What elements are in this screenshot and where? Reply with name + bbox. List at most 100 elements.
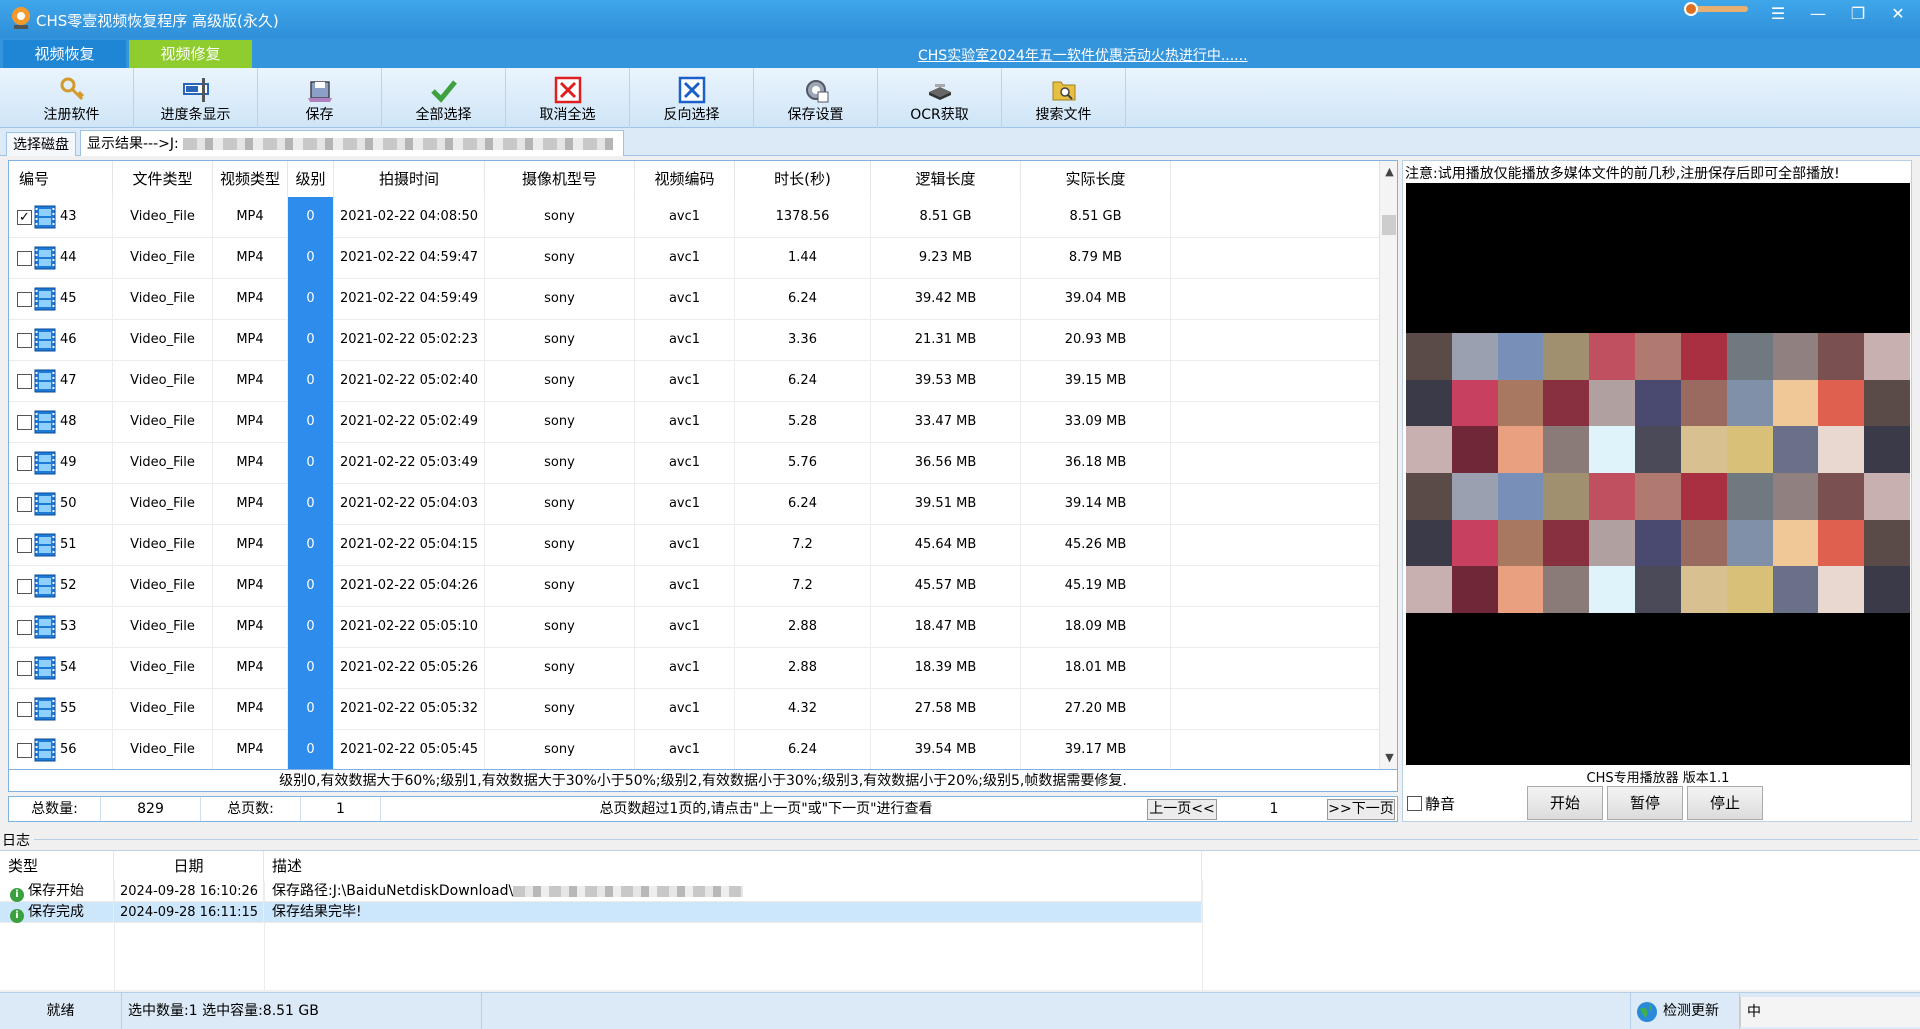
menu-button[interactable]: ☰ (1760, 2, 1796, 28)
logical-size-cell: 27.58 MB (871, 689, 1021, 730)
log-col-desc[interactable]: 描述 (268, 851, 1202, 881)
col-video-type[interactable]: 视频类型 (213, 161, 288, 197)
codec-cell: avc1 (635, 566, 735, 607)
check-update-button[interactable]: 检测更新 (1630, 993, 1740, 1029)
table-row[interactable]: 49 Video_File MP4 0 2021-02-22 05:03:49 sony a… (9, 443, 1379, 484)
save-settings-button[interactable]: 保存设置 (754, 68, 878, 128)
pixel-block (1864, 426, 1910, 473)
ime-indicator[interactable]: 中 (1747, 1004, 1761, 1020)
video-file-icon (34, 287, 56, 311)
level-cell: 0 (288, 443, 334, 484)
table-row[interactable]: 52 Video_File MP4 0 2021-02-22 05:04:26 sony a… (9, 566, 1379, 607)
table-row[interactable]: 53 Video_File MP4 0 2021-02-22 05:05:10 sony a… (9, 607, 1379, 648)
play-button[interactable]: 开始 (1527, 786, 1603, 820)
col-codec[interactable]: 视频编码 (635, 161, 735, 197)
row-checkbox[interactable] (17, 251, 32, 266)
table-row[interactable]: 54 Video_File MP4 0 2021-02-22 05:05:26 sony a… (9, 648, 1379, 689)
register-button[interactable]: 注册软件 (10, 68, 134, 128)
minimize-button[interactable]: — (1800, 2, 1836, 28)
invert-selection-button[interactable]: 反向选择 (630, 68, 754, 128)
shoot-time-cell: 2021-02-22 05:04:03 (334, 484, 485, 525)
camera-cell: sony (485, 361, 635, 402)
tab-video-recover[interactable]: 视频恢复 (3, 40, 126, 68)
tab-result[interactable]: 显示结果--->J: (80, 130, 624, 156)
row-checkbox[interactable] (17, 374, 32, 389)
id-cell: 47 (9, 361, 113, 402)
id-cell: 55 (9, 689, 113, 730)
table-row[interactable]: 44 Video_File MP4 0 2021-02-22 04:59:47 sony a… (9, 238, 1379, 279)
current-page-field[interactable]: 1 (1219, 797, 1329, 821)
volume-slider-knob[interactable] (1684, 2, 1698, 16)
table-row[interactable]: 56 Video_File MP4 0 2021-02-22 05:05:45 sony a… (9, 730, 1379, 769)
table-row[interactable]: 48 Video_File MP4 0 2021-02-22 05:02:49 sony a… (9, 402, 1379, 443)
table-row[interactable]: 55 Video_File MP4 0 2021-02-22 05:05:32 sony a… (9, 689, 1379, 730)
file-type-cell: Video_File (113, 361, 213, 402)
row-checkbox[interactable] (17, 415, 32, 430)
col-file-type[interactable]: 文件类型 (113, 161, 213, 197)
row-checkbox[interactable] (17, 292, 32, 307)
table-row[interactable]: 47 Video_File MP4 0 2021-02-22 05:02:40 sony a… (9, 361, 1379, 402)
maximize-button[interactable]: ❐ (1840, 2, 1876, 28)
system-tray[interactable]: 中 (1740, 997, 1920, 1027)
row-checkbox[interactable] (17, 702, 32, 717)
promo-link[interactable]: CHS实验室2024年五一软件优惠活动火热进行中...... (918, 45, 1248, 65)
log-row[interactable]: i 保存完成 2024-09-28 16:11:15 保存结果完毕! (0, 902, 1202, 923)
prev-page-button[interactable]: 上一页<< (1147, 799, 1217, 820)
scroll-thumb[interactable] (1382, 215, 1396, 235)
row-checkbox[interactable] (17, 456, 32, 471)
scroll-down-icon[interactable]: ▼ (1380, 749, 1397, 767)
shoot-time-cell: 2021-02-22 04:08:50 (334, 197, 485, 238)
tab-video-repair[interactable]: 视频修复 (129, 40, 252, 68)
row-checkbox[interactable] (17, 497, 32, 512)
id-cell: 44 (9, 238, 113, 279)
next-page-button[interactable]: >>下一页 (1327, 799, 1395, 820)
col-duration[interactable]: 时长(秒) (735, 161, 871, 197)
row-checkbox[interactable] (17, 538, 32, 553)
mute-checkbox[interactable]: 静音 (1407, 793, 1455, 814)
close-button[interactable]: ✕ (1880, 2, 1916, 28)
pause-button[interactable]: 暂停 (1607, 786, 1683, 820)
pixel-block (1406, 519, 1452, 567)
row-checkbox[interactable] (17, 579, 32, 594)
log-row[interactable]: i 保存开始 2024-09-28 16:10:26 保存路径:J:\BaiduN… (0, 881, 1202, 902)
log-col-date[interactable]: 日期 (114, 851, 264, 881)
select-all-button[interactable]: 全部选择 (382, 68, 506, 128)
mute-checkbox-box[interactable] (1407, 796, 1422, 811)
stop-button[interactable]: 停止 (1687, 786, 1763, 820)
row-checkbox[interactable] (17, 333, 32, 348)
row-checkbox[interactable] (17, 661, 32, 676)
row-checkbox[interactable] (17, 743, 32, 758)
id-cell: 49 (9, 443, 113, 484)
log-col-type[interactable]: 类型 (8, 851, 114, 881)
pixel-block (1818, 519, 1865, 567)
duration-cell: 6.24 (735, 361, 871, 402)
tab-select-disk[interactable]: 选择磁盘 (6, 132, 76, 156)
col-logical-size[interactable]: 逻辑长度 (871, 161, 1021, 197)
save-button[interactable]: 保存 (258, 68, 382, 128)
deselect-all-button[interactable]: 取消全选 (506, 68, 630, 128)
pixel-block (1772, 519, 1819, 567)
scroll-up-icon[interactable]: ▲ (1380, 163, 1397, 181)
table-scrollbar[interactable]: ▲ ▼ (1379, 161, 1397, 769)
row-checkbox[interactable]: ✓ (17, 210, 32, 225)
codec-cell: avc1 (635, 320, 735, 361)
col-shoot-time[interactable]: 拍摄时间 (334, 161, 485, 197)
logical-size-cell: 36.56 MB (871, 443, 1021, 484)
progressbar-button[interactable]: 进度条显示 (134, 68, 258, 128)
video-screen[interactable] (1406, 183, 1910, 765)
table-row[interactable]: 46 Video_File MP4 0 2021-02-22 05:02:23 sony a… (9, 320, 1379, 361)
id-cell: 56 (9, 730, 113, 769)
row-checkbox[interactable] (17, 620, 32, 635)
search-files-button[interactable]: 搜索文件 (1002, 68, 1126, 128)
col-actual-size[interactable]: 实际长度 (1021, 161, 1171, 197)
col-level[interactable]: 级别 (288, 161, 334, 197)
table-row[interactable]: 50 Video_File MP4 0 2021-02-22 05:04:03 sony a… (9, 484, 1379, 525)
ocr-button[interactable]: OCR获取 (878, 68, 1002, 128)
duration-cell: 6.24 (735, 279, 871, 320)
col-camera-model[interactable]: 摄像机型号 (485, 161, 635, 197)
col-id[interactable]: 编号 (9, 161, 113, 197)
table-row[interactable]: 45 Video_File MP4 0 2021-02-22 04:59:49 sony a… (9, 279, 1379, 320)
table-row[interactable]: ✓ 43 Video_File MP4 0 2021-02-22 04:08:50 sony… (9, 197, 1379, 238)
level-cell: 0 (288, 607, 334, 648)
table-row[interactable]: 51 Video_File MP4 0 2021-02-22 05:04:15 sony a… (9, 525, 1379, 566)
